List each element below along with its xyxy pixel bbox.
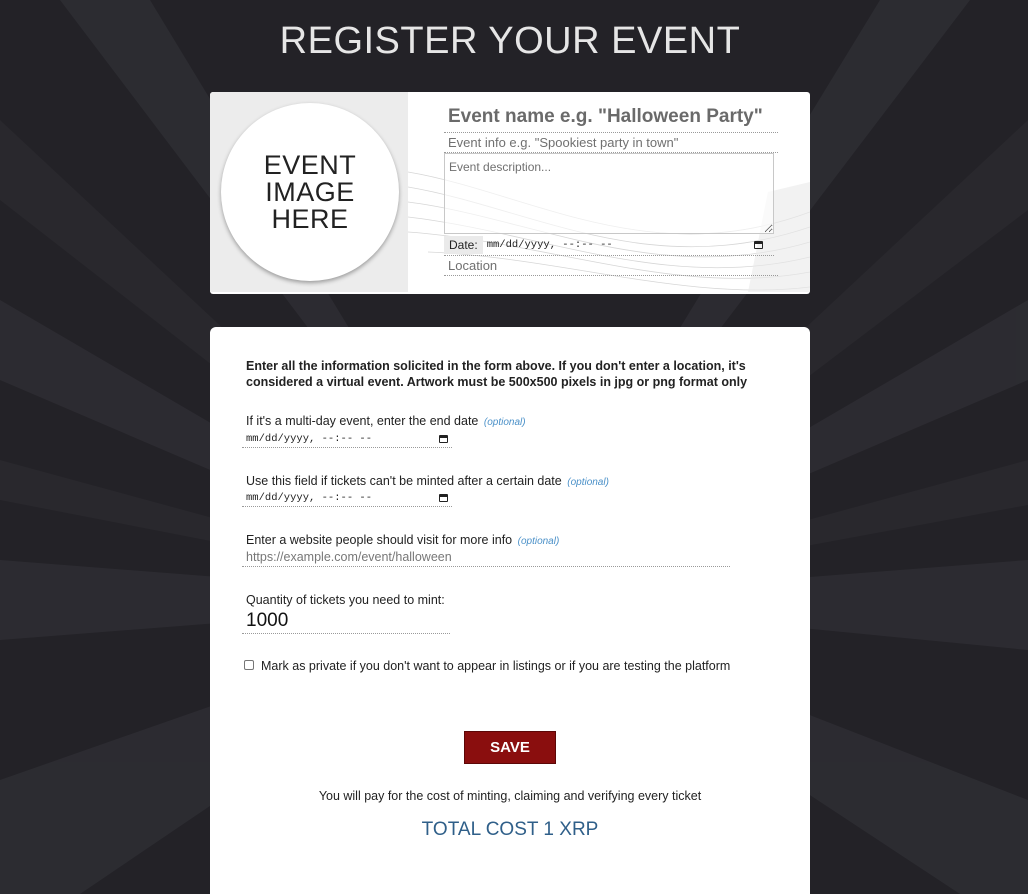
instructions-text: Enter all the information solicited in t… xyxy=(246,359,748,389)
event-date-label: Date: xyxy=(444,235,483,254)
website-label-text: Enter a website people should visit for … xyxy=(246,533,513,547)
mint-deadline-input[interactable]: mm/dd/yyyy, --:-- -- xyxy=(242,490,452,507)
calendar-icon[interactable] xyxy=(439,494,448,502)
optional-tag: (optional) xyxy=(567,477,609,488)
end-date-input[interactable]: mm/dd/yyyy, --:-- -- xyxy=(242,431,452,448)
end-date-value: mm/dd/yyyy, --:-- -- xyxy=(246,433,373,445)
quantity-input[interactable] xyxy=(242,608,450,634)
website-input[interactable] xyxy=(242,548,730,567)
event-location-input[interactable] xyxy=(444,256,778,276)
event-name-input[interactable] xyxy=(444,102,778,133)
event-date-input[interactable]: mm/dd/yyyy, --:-- -- xyxy=(487,239,763,251)
website-label: Enter a website people should visit for … xyxy=(246,533,559,547)
page-title: REGISTER YOUR EVENT xyxy=(279,20,741,62)
save-button[interactable]: SAVE xyxy=(464,731,556,764)
calendar-icon[interactable] xyxy=(439,435,448,443)
private-checkbox[interactable] xyxy=(244,659,254,670)
private-label: Mark as private if you don't want to app… xyxy=(261,659,731,673)
event-image-placeholder: EVENT IMAGE HERE xyxy=(221,103,399,281)
total-cost: TOTAL COST 1 XRP xyxy=(421,819,599,840)
end-date-label: If it's a multi-day event, enter the end… xyxy=(246,414,526,428)
private-option: Mark as private if you don't want to app… xyxy=(244,659,730,673)
event-date-row: Date: mm/dd/yyyy, --:-- -- xyxy=(444,234,774,256)
mint-deadline-value: mm/dd/yyyy, --:-- -- xyxy=(246,492,373,504)
end-date-label-text: If it's a multi-day event, enter the end… xyxy=(246,414,479,428)
event-fields: Date: mm/dd/yyyy, --:-- -- xyxy=(444,102,778,276)
event-image-placeholder-text: EVENT IMAGE HERE xyxy=(263,149,357,234)
event-image-upload[interactable]: EVENT IMAGE HERE xyxy=(210,92,408,292)
event-date-value: mm/dd/yyyy, --:-- -- xyxy=(486,238,613,251)
options-panel: Enter all the information solicited in t… xyxy=(210,327,810,894)
mint-deadline-label-text: Use this field if tickets can't be minte… xyxy=(246,474,562,488)
optional-tag: (optional) xyxy=(483,417,526,428)
calendar-icon[interactable] xyxy=(753,240,763,249)
optional-tag: (optional) xyxy=(517,536,560,547)
event-card: EVENT IMAGE HERE Date: mm/dd/yyyy, --:--… xyxy=(210,92,810,294)
event-description-textarea[interactable] xyxy=(444,153,774,234)
payment-note: You will pay for the cost of minting, cl… xyxy=(318,789,702,803)
quantity-label: Quantity of tickets you need to mint: xyxy=(246,593,445,607)
event-info-input[interactable] xyxy=(444,133,778,153)
mint-deadline-label: Use this field if tickets can't be minte… xyxy=(246,474,609,488)
